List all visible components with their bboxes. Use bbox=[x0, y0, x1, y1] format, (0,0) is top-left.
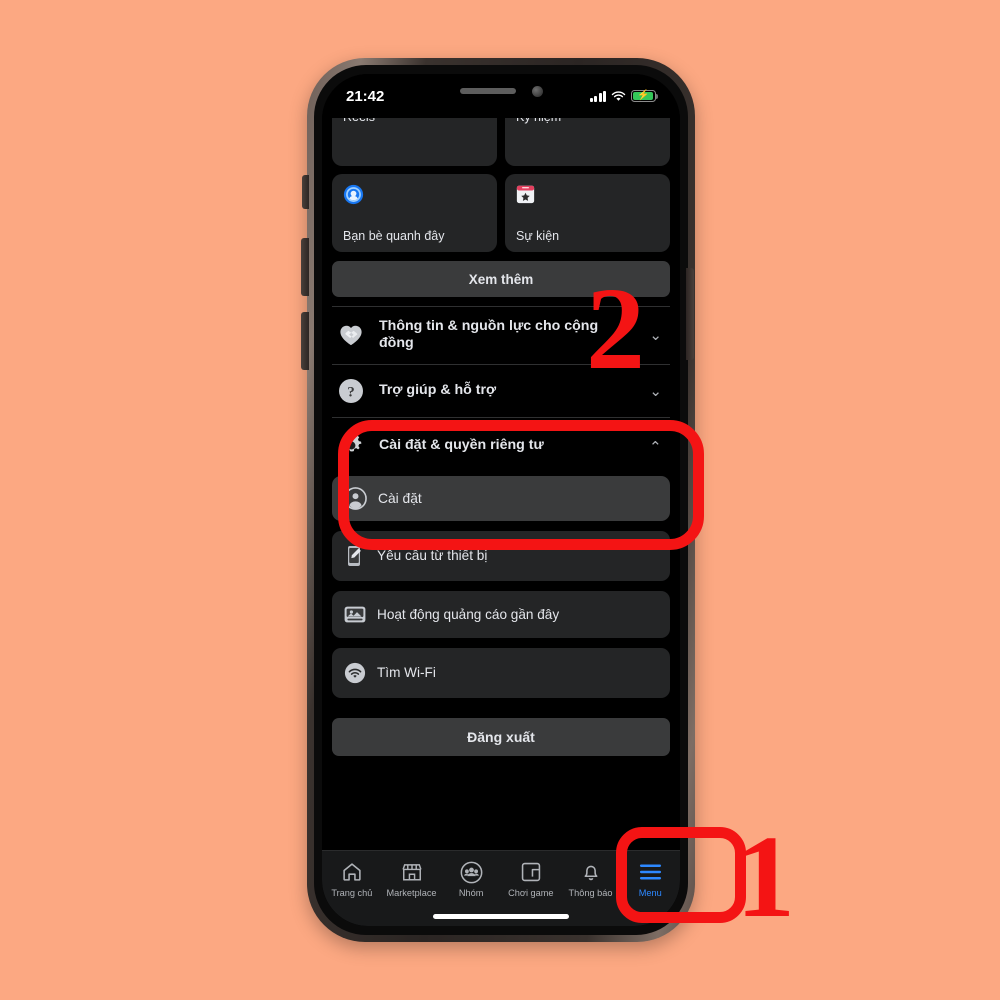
tab-gaming[interactable]: Chơi game bbox=[501, 860, 561, 898]
menu-row-label: Thông tin & nguồn lực cho cộng đồng bbox=[379, 318, 599, 352]
storefront-icon bbox=[401, 860, 423, 884]
earpiece-speaker bbox=[459, 88, 516, 94]
tab-notifications[interactable]: Thông báo bbox=[561, 860, 621, 898]
groups-icon bbox=[460, 860, 483, 884]
see-more-button[interactable]: Xem thêm bbox=[332, 261, 670, 297]
wifi-icon bbox=[611, 90, 626, 102]
status-bar-time: 21:42 bbox=[346, 87, 385, 105]
nearby-friends-icon bbox=[343, 184, 364, 205]
logout-button[interactable]: Đăng xuất bbox=[332, 717, 670, 756]
front-camera-icon bbox=[531, 85, 543, 97]
shortcut-card-nearby-friends[interactable]: Bạn bè quanh đây bbox=[332, 174, 497, 252]
chevron-down-icon: ⌄ bbox=[649, 382, 662, 400]
handshake-heart-icon bbox=[336, 320, 366, 350]
menu-tile-label: Yêu cầu từ thiết bị bbox=[377, 548, 488, 564]
tab-label: Trang chủ bbox=[331, 888, 373, 898]
volume-down-button[interactable] bbox=[301, 312, 309, 370]
tab-label: Nhóm bbox=[458, 888, 484, 898]
menu-tile-label: Hoạt động quảng cáo gần đây bbox=[377, 606, 560, 622]
status-bar-indicators: ⚡ bbox=[589, 89, 659, 103]
menu-tile-find-wifi[interactable]: Tìm Wi-Fi bbox=[332, 647, 670, 698]
tab-label: Marketplace bbox=[386, 888, 437, 898]
menu-tile-recent-ad-activity[interactable]: Hoạt động quảng cáo gần đây bbox=[332, 590, 670, 638]
shortcut-card-label: Kỷ niệm bbox=[516, 118, 561, 124]
home-icon bbox=[341, 860, 363, 884]
tab-menu[interactable]: Menu bbox=[620, 860, 680, 898]
tab-groups[interactable]: Nhóm bbox=[441, 860, 501, 898]
shortcut-card-events[interactable]: Sự kiện bbox=[505, 174, 670, 252]
question-mark-icon: ? bbox=[336, 376, 366, 406]
annotation-number-1: 1 bbox=[736, 811, 795, 942]
facebook-menu-screen: Reels Kỷ niệm bbox=[322, 118, 680, 926]
screenshot-canvas: 21:42 ⚡ Bạn bè quanh đây Sự kiện Xem thê… bbox=[0, 0, 1000, 1000]
volume-up-button[interactable] bbox=[301, 238, 309, 296]
gaming-icon bbox=[520, 860, 542, 884]
notch bbox=[408, 74, 594, 104]
mute-switch-button[interactable] bbox=[302, 175, 309, 209]
shortcut-card-reels[interactable]: Reels bbox=[332, 118, 497, 166]
menu-tile-label: Tìm Wi-Fi bbox=[377, 665, 436, 681]
menu-subitem-label: Cài đặt bbox=[378, 490, 422, 506]
chevron-up-icon: ⌄ bbox=[649, 436, 662, 454]
tab-label: Menu bbox=[638, 888, 662, 898]
menu-subitem-settings[interactable]: Cài đặt bbox=[332, 475, 670, 521]
menu-row-help-support[interactable]: ? Trợ giúp & hỗ trợ ⌄ bbox=[332, 363, 670, 417]
power-button[interactable] bbox=[686, 268, 694, 360]
events-calendar-icon bbox=[516, 184, 537, 205]
tab-home[interactable]: Trang chủ bbox=[322, 860, 382, 898]
menu-row-settings-privacy[interactable]: Cài đặt & quyền riêng tư ⌄ bbox=[332, 416, 670, 474]
chevron-down-icon: ⌄ bbox=[649, 327, 662, 345]
menu-tile-device-requests[interactable]: Yêu cầu từ thiết bị bbox=[332, 530, 670, 581]
menu-scroll-area[interactable]: Reels Kỷ niệm bbox=[322, 118, 680, 850]
shortcut-card-label: Bạn bè quanh đây bbox=[343, 229, 445, 243]
tab-label: Chơi game bbox=[508, 888, 554, 898]
bell-icon bbox=[580, 860, 602, 884]
wifi-find-icon bbox=[344, 662, 366, 684]
recent-ad-activity-icon bbox=[344, 605, 366, 624]
phone-screen: 21:42 ⚡ Bạn bè quanh đây Sự kiện Xem thê… bbox=[322, 74, 680, 926]
tab-marketplace[interactable]: Marketplace bbox=[382, 860, 442, 898]
device-request-icon bbox=[344, 545, 366, 567]
menu-row-label: Cài đặt & quyền riêng tư bbox=[379, 436, 544, 453]
shortcut-card-grid: Reels Kỷ niệm bbox=[332, 118, 670, 252]
shortcut-card-label: Sự kiện bbox=[516, 229, 560, 243]
shortcut-card-label: Reels bbox=[343, 118, 375, 124]
menu-row-label: Trợ giúp & hỗ trợ bbox=[379, 381, 497, 398]
shortcut-card-memories[interactable]: Kỷ niệm bbox=[505, 118, 670, 166]
menu-row-community-resources[interactable]: Thông tin & nguồn lực cho cộng đồng ⌄ bbox=[332, 307, 670, 364]
svg-text:?: ? bbox=[347, 384, 355, 400]
gear-icon bbox=[336, 431, 366, 461]
hamburger-menu-icon bbox=[639, 860, 662, 884]
battery-charging-icon: ⚡ bbox=[631, 89, 659, 103]
tab-label: Thông báo bbox=[568, 888, 613, 898]
home-indicator bbox=[433, 914, 569, 919]
person-circle-icon bbox=[344, 486, 367, 510]
